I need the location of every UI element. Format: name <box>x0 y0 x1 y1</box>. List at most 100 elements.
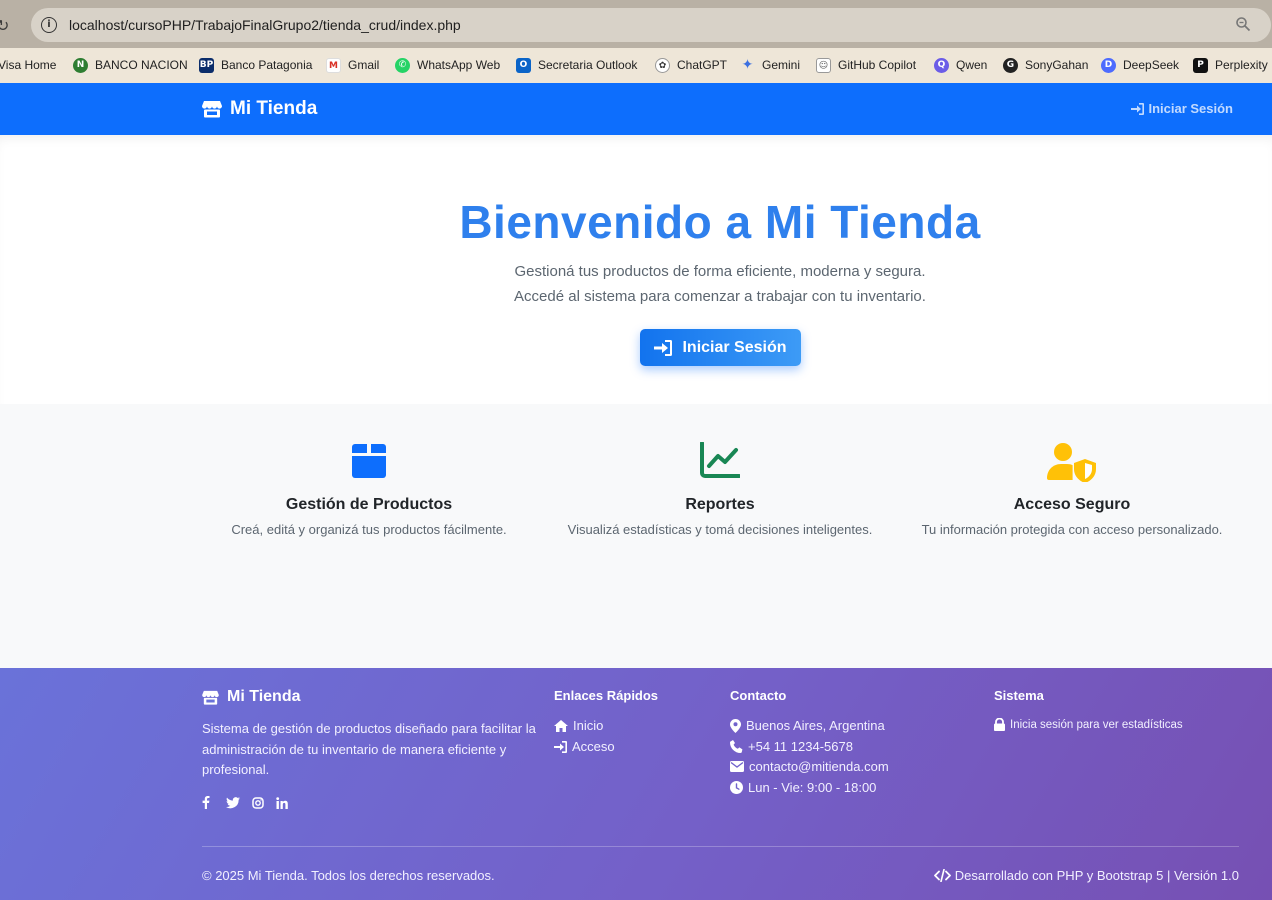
store-icon <box>202 690 219 705</box>
features-section: Gestión de Productos Creá, editá y organ… <box>0 404 1272 668</box>
system-info-label: Inicia sesión para ver estadísticas <box>1010 718 1183 731</box>
bookmark-qwen[interactable]: Q Qwen <box>934 55 987 75</box>
footer-credit-label: Desarrollado con PHP y Bootstrap 5 | Ver… <box>954 868 1239 883</box>
feature-title: Gestión de Productos <box>285 496 453 513</box>
sign-in-icon <box>554 740 567 753</box>
user-shield-icon <box>1047 443 1096 482</box>
feature-text: Visualizá estadísticas y tomá decisiones… <box>567 522 873 537</box>
bookmark-label: WhatsApp Web <box>417 58 501 72</box>
zoom-icon[interactable] <box>1235 16 1251 32</box>
deepseek-icon: D <box>1101 57 1116 73</box>
qwen-icon: Q <box>934 57 949 73</box>
footer-description: Sistema de gestión de productos diseñado… <box>202 721 536 777</box>
feature-text: Tu información protegida con acceso pers… <box>921 522 1223 537</box>
hero-subtitle-line2: Accedé al sistema para comenzar a trabaj… <box>514 288 926 305</box>
footer-copyright: © 2025 Mi Tienda. Todos los derechos res… <box>202 868 495 883</box>
navbar-brand[interactable]: Mi Tienda <box>202 98 317 120</box>
lock-icon <box>994 718 1005 731</box>
twitter-icon[interactable] <box>226 796 240 809</box>
facebook-icon[interactable] <box>202 796 214 809</box>
feature-acceso: Acceso Seguro Tu información protegida c… <box>902 442 1242 537</box>
bookmark-label: Gmail <box>348 58 380 72</box>
address-url[interactable]: localhost/cursoPHP/TrabajoFinalGrupo2/ti… <box>69 17 461 33</box>
bookmark-label: Banco Patagonia <box>221 58 313 72</box>
footer-link-inicio[interactable]: Inicio <box>554 718 603 733</box>
store-icon <box>202 101 222 118</box>
contact-title: Contacto <box>730 688 787 703</box>
bookmark-gmail[interactable]: M Gmail <box>326 55 379 75</box>
bookmark-visa-home[interactable]: Visa Home <box>0 55 56 75</box>
quick-links-title: Enlaces Rápidos <box>554 688 659 703</box>
footer: Mi Tienda Sistema de gestión de producto… <box>0 668 1272 900</box>
social-links <box>202 796 288 809</box>
system-title: Sistema <box>994 688 1044 703</box>
chatgpt-icon: ✿ <box>655 57 670 73</box>
footer-credit: Desarrollado con PHP y Bootstrap 5 | Ver… <box>933 868 1239 883</box>
contact-label: contacto@mitienda.com <box>749 759 889 774</box>
bookmark-copilot[interactable]: ☺ GitHub Copilot <box>816 55 916 75</box>
bookmark-whatsapp[interactable]: ✆ WhatsApp Web <box>395 55 500 75</box>
bookmark-label: Qwen <box>956 58 988 72</box>
banco-nacion-icon: N <box>73 57 88 73</box>
feature-reportes: Reportes Visualizá estadísticas y tomá d… <box>550 442 890 537</box>
bookmark-chatgpt[interactable]: ✿ ChatGPT <box>655 55 727 75</box>
nav-login-label: Iniciar Sesión <box>1148 101 1233 116</box>
navbar: Mi Tienda Iniciar Sesión <box>0 83 1272 135</box>
bookmark-label: Gemini <box>762 58 801 72</box>
reload-icon[interactable]: ↻ <box>0 16 9 36</box>
bookmark-label: GitHub Copilot <box>838 58 917 72</box>
nav-login-link[interactable]: Iniciar Sesión <box>1131 101 1233 116</box>
phone-icon <box>730 740 743 753</box>
instagram-icon[interactable] <box>252 796 264 809</box>
contact-label: Lun - Vie: 9:00 - 18:00 <box>748 780 877 795</box>
clock-icon <box>730 781 743 794</box>
hero-login-button[interactable]: Iniciar Sesión <box>640 329 801 366</box>
contact-label: Buenos Aires, Argentina <box>746 718 885 733</box>
contact-phone: +54 11 1234-5678 <box>730 739 853 754</box>
whatsapp-icon: ✆ <box>395 57 410 73</box>
box-icon <box>352 444 386 478</box>
linkedin-icon[interactable] <box>276 796 288 809</box>
bookmark-label: DeepSeek <box>1123 58 1180 72</box>
bookmark-label: SonyGahan <box>1025 58 1089 72</box>
bookmark-banco-patagonia[interactable]: BP Banco Patagonia <box>199 55 312 75</box>
bookmark-gemini[interactable]: ✦ Gemini <box>740 55 800 75</box>
bookmark-outlook[interactable]: O Secretaria Outlook <box>516 55 637 75</box>
hero-section: Bienvenido a Mi Tienda Gestioná tus prod… <box>0 135 1272 404</box>
contact-label: +54 11 1234-5678 <box>748 739 853 754</box>
contact-email[interactable]: contacto@mitienda.com <box>730 759 889 774</box>
bookmark-deepseek[interactable]: D DeepSeek <box>1101 55 1179 75</box>
banco-patagonia-icon: BP <box>199 57 214 73</box>
chart-line-icon <box>700 442 740 478</box>
perplexity-icon: P <box>1193 57 1208 73</box>
gemini-icon: ✦ <box>741 56 754 73</box>
bookmark-label: Perplexity <box>1215 58 1268 72</box>
bookmarks-bar: Visa Home N BANCO NACION BP Banco Patagoni… <box>0 48 1272 83</box>
bookmark-banco-nacion[interactable]: N BANCO NACION <box>73 55 188 75</box>
bookmark-label: Secretaria Outlook <box>538 58 638 72</box>
footer-brand: Mi Tienda <box>202 688 301 706</box>
github-icon: G <box>1003 57 1018 73</box>
footer-brand-label: Mi Tienda <box>227 688 301 705</box>
browser-toolbar: ↻ i localhost/cursoPHP/TrabajoFinalGrupo… <box>0 0 1272 48</box>
bookmark-sonygahan[interactable]: G SonyGahan <box>1003 55 1088 75</box>
site-info-icon[interactable]: i <box>41 17 57 33</box>
feature-productos: Gestión de Productos Creá, editá y organ… <box>199 442 539 537</box>
navbar-brand-label: Mi Tienda <box>230 98 318 119</box>
footer-link-label: Acceso <box>572 739 615 754</box>
system-info: Inicia sesión para ver estadísticas <box>994 718 1183 731</box>
copilot-icon: ☺ <box>816 57 831 73</box>
footer-link-acceso[interactable]: Acceso <box>554 739 615 754</box>
address-bar[interactable]: i localhost/cursoPHP/TrabajoFinalGrupo2/… <box>31 8 1271 42</box>
contact-hours: Lun - Vie: 9:00 - 18:00 <box>730 780 876 795</box>
map-marker-icon <box>730 718 741 733</box>
footer-divider <box>202 846 1239 847</box>
hero-title: Bienvenido a Mi Tienda <box>459 196 981 248</box>
code-icon <box>933 869 951 882</box>
bookmark-label: ChatGPT <box>677 58 728 72</box>
envelope-icon <box>730 761 744 772</box>
feature-title: Reportes <box>685 496 755 513</box>
bookmark-perplexity[interactable]: P Perplexity <box>1193 55 1268 75</box>
sign-in-icon <box>1131 102 1145 115</box>
feature-title: Acceso Seguro <box>1013 496 1131 513</box>
